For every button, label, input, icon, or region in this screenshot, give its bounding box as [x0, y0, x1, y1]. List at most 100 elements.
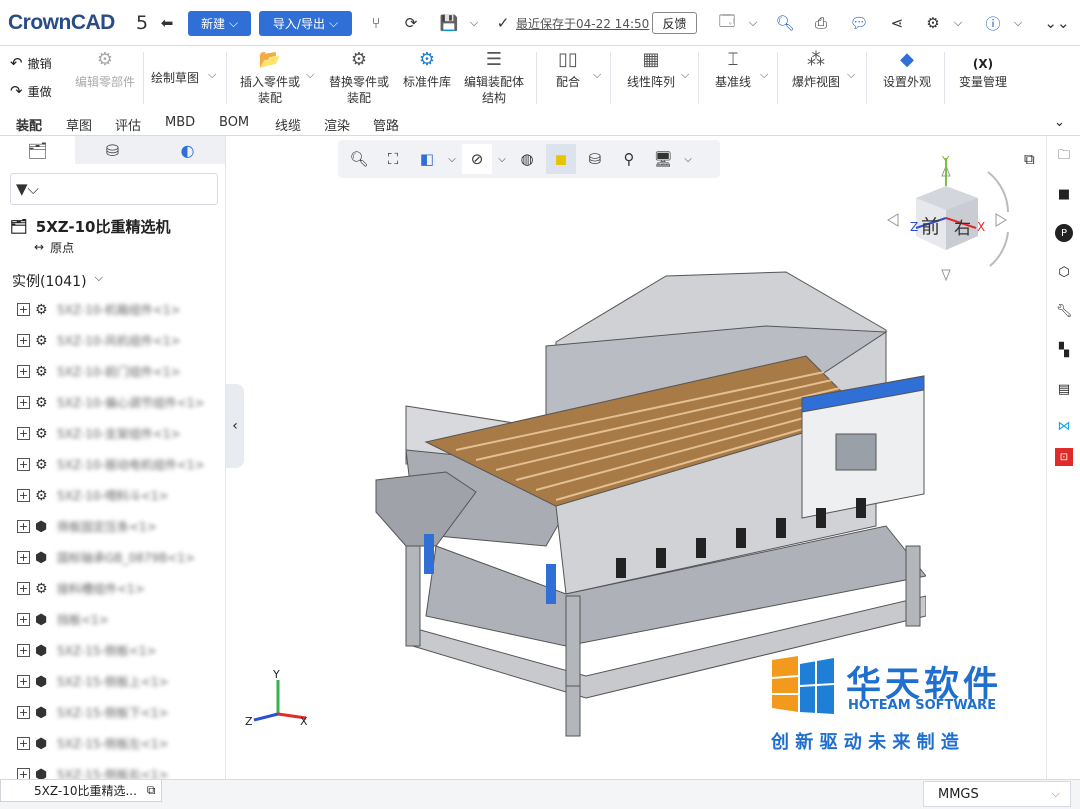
replace-part-button[interactable]: ⚙ 替换零件或 装配 [323, 51, 395, 106]
datum-line-button[interactable]: ⌶ 基准线 [708, 51, 758, 90]
tab-render[interactable]: 渲染 [324, 115, 350, 134]
explode-dropdown-icon[interactable]: ⌵ [847, 68, 855, 82]
wrench-icon[interactable]: 🔧︎ [1055, 302, 1073, 320]
print-icon[interactable]: ⎙ [808, 9, 834, 37]
tree-row[interactable]: + ⚙ 5XZ-10-振动电机组件<1> [0, 449, 225, 480]
expand-plus-icon[interactable]: + [17, 644, 30, 657]
tab-pipe[interactable]: 管路 [373, 115, 399, 134]
import-export-button[interactable]: 导入/导出 ⌵ [259, 11, 352, 36]
edit-structure-button[interactable]: ☰ 编辑装配体 结构 [458, 51, 530, 106]
tree-row[interactable]: + ⬢ 5XZ-15-侧板右<1> [0, 759, 225, 779]
help-dropdown-icon[interactable]: ⌵ [1010, 9, 1026, 37]
tabs-collapse-chevron-icon[interactable]: ⌄ [1054, 115, 1065, 130]
mate-dropdown-icon[interactable]: ⌵ [593, 68, 601, 82]
insert-dropdown-icon[interactable]: ⌵ [306, 68, 314, 82]
expand-plus-icon[interactable]: + [17, 706, 30, 719]
shaded-display-icon[interactable]: ◼ [546, 144, 576, 174]
share-icon[interactable]: ⋖ [884, 9, 910, 37]
appearance-button[interactable]: ◆ 设置外观 [878, 51, 936, 90]
orientation-dropdown-icon[interactable]: ⌵ [446, 144, 458, 174]
window-layout-icon[interactable]: 🗔 [713, 9, 741, 37]
book-icon[interactable]: ▤ [1055, 380, 1073, 398]
restore-window-icon[interactable]: ⧉ [1024, 150, 1035, 168]
layout-dropdown-icon[interactable]: ⌵ [745, 9, 761, 37]
expand-plus-icon[interactable]: + [17, 613, 30, 626]
zoom-icon[interactable]: 🔍︎ [344, 144, 374, 174]
expand-plus-icon[interactable]: + [17, 303, 30, 316]
linear-pattern-button[interactable]: ▦ 线性阵列 [620, 51, 682, 90]
appearance-view-icon[interactable]: ⛁ [580, 144, 610, 174]
hide-show-icon[interactable]: ⊘ [462, 144, 492, 174]
tab-mbd[interactable]: MBD [165, 115, 195, 130]
panel-collapse-handle[interactable] [218, 386, 225, 466]
redo-button[interactable]: ↷ 重做 [10, 82, 52, 100]
expand-plus-icon[interactable]: + [17, 365, 30, 378]
cube-outline-icon[interactable]: ⬡ [1055, 263, 1073, 281]
selection-filter-icon[interactable]: ⚲ [614, 144, 644, 174]
tree-row[interactable]: + ⚙ 5XZ-10-风机组件<1> [0, 325, 225, 356]
branch-icon[interactable]: ⑂ [364, 9, 388, 37]
sketch-dropdown-icon[interactable]: ⌵ [208, 68, 216, 82]
tree-row[interactable]: + ⚙ 5XZ-10-前门组件<1> [0, 356, 225, 387]
mate-button[interactable]: ▯▯ 配合 [548, 51, 588, 90]
sketch-button[interactable]: 绘制草图 [148, 70, 202, 86]
tree-root[interactable]: 🗂 5XZ-10比重精选机 [10, 216, 171, 237]
expand-plus-icon[interactable]: + [17, 520, 30, 533]
document-tab[interactable]: 5XZ-10比重精选... ⧉ [0, 780, 162, 802]
explode-view-button[interactable]: ⁂ 爆炸视图 [786, 51, 846, 90]
tree-row[interactable]: + ⬢ 5XZ-15-侧板下<1> [0, 697, 225, 728]
zoom-fit-icon[interactable]: ⛶ [378, 144, 408, 174]
view-orientation-icon[interactable]: ◧ [412, 144, 442, 174]
visibility-dropdown-icon[interactable]: ⌵ [496, 144, 508, 174]
instances-header[interactable]: 实例(1041) ⌵ [12, 271, 103, 291]
folder-icon[interactable]: 🗀 [1055, 148, 1073, 166]
tree-row[interactable]: + ⬢ 5XZ-15-侧板<1> [0, 635, 225, 666]
help-icon[interactable]: ⓘ [980, 9, 1006, 37]
tab-bom[interactable]: BOM [219, 115, 249, 130]
insert-part-button[interactable]: 📂 插入零件或 装配 [234, 51, 306, 106]
tab-cable[interactable]: 线缆 [275, 115, 301, 134]
tab-evaluate[interactable]: 评估 [115, 115, 141, 134]
expand-plus-icon[interactable]: + [17, 737, 30, 750]
tab-assembly[interactable]: 装配 [16, 115, 42, 134]
search-icon[interactable]: 🔍︎ [772, 9, 798, 37]
undo-button[interactable]: ↶ 撤销 [10, 54, 52, 72]
grid-icon[interactable]: ▚ [1055, 341, 1073, 359]
tree-row[interactable]: + ⬢ 5XZ-15-侧板上<1> [0, 666, 225, 697]
configuration-tab-icon[interactable]: ⛁ [75, 136, 150, 164]
expand-plus-icon[interactable]: + [17, 582, 30, 595]
expand-plus-icon[interactable]: + [17, 768, 30, 779]
plugin-red-icon[interactable]: ⊡ [1055, 448, 1073, 466]
restore-tab-icon[interactable]: ⧉ [147, 783, 156, 798]
units-select[interactable]: MMGS ⌵ [923, 781, 1071, 807]
new-button[interactable]: 新建 ⌵ [188, 11, 251, 36]
refresh-icon[interactable]: ⟳ [398, 9, 424, 37]
tree-row[interactable]: + ⬢ 筛板固定压条<1> [0, 511, 225, 542]
expand-plus-icon[interactable]: + [17, 551, 30, 564]
tab-sketch[interactable]: 草图 [66, 115, 92, 134]
display-tab-icon[interactable]: ◐ [150, 136, 225, 164]
display-dropdown-icon[interactable]: ⌵ [682, 144, 694, 174]
variable-manager-button[interactable]: (X) 变量管理 [952, 52, 1014, 90]
datum-dropdown-icon[interactable]: ⌵ [760, 68, 768, 82]
back-arrow-icon[interactable]: ⬅ [154, 9, 180, 37]
expand-plus-icon[interactable]: + [17, 427, 30, 440]
save-icon[interactable]: 💾 [436, 9, 462, 37]
expand-plus-icon[interactable]: + [17, 675, 30, 688]
filter-icon[interactable]: ▼⌵ [16, 180, 39, 198]
tree-row[interactable]: + ⚙ 5XZ-10-支架组件<1> [0, 418, 225, 449]
edit-part-button[interactable]: ⚙ 编辑零部件 [72, 51, 138, 90]
tree-row[interactable]: + ⚙ 5XZ-10-偏心调节组件<1> [0, 387, 225, 418]
settings-gear-icon[interactable]: ⚙ [920, 9, 946, 37]
assembly-tree-tab-icon[interactable]: 🗂 [0, 136, 75, 164]
message-icon[interactable]: 💬︎ [846, 9, 872, 37]
collapse-double-chevron-icon[interactable]: ⌄⌄ [1044, 9, 1070, 37]
video-icon[interactable]: ■ [1055, 185, 1073, 203]
tree-row[interactable]: + ⬢ 5XZ-15-侧板左<1> [0, 728, 225, 759]
display-settings-icon[interactable]: 🖥︎ [648, 144, 678, 174]
parameter-icon[interactable]: P [1055, 224, 1073, 242]
save-dropdown-icon[interactable]: ⌵ [466, 9, 482, 37]
pattern-dropdown-icon[interactable]: ⌵ [681, 68, 689, 82]
expand-plus-icon[interactable]: + [17, 458, 30, 471]
tree-row[interactable]: + ⚙ 5XZ-10-喂料斗<1> [0, 480, 225, 511]
